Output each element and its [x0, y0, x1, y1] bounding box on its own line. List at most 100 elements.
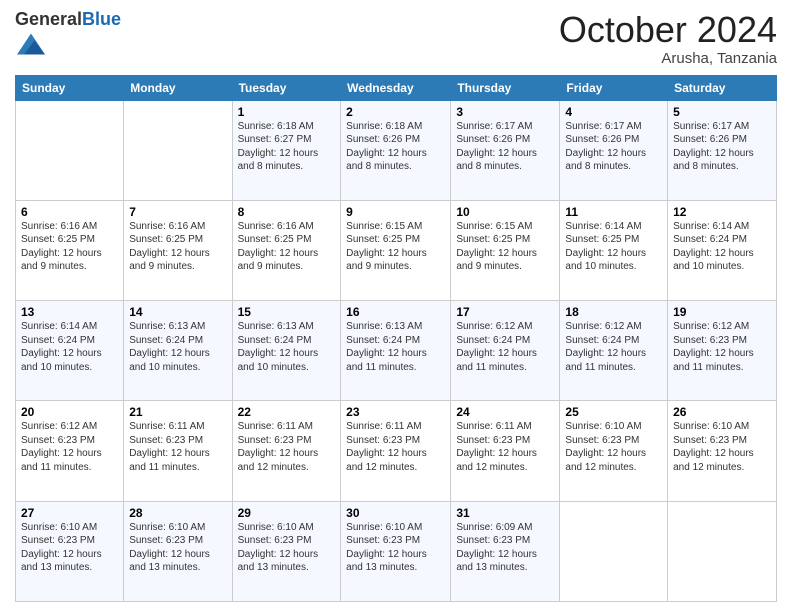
location: Arusha, Tanzania: [559, 50, 777, 67]
day-number: 3: [456, 105, 554, 119]
day-detail: Sunrise: 6:15 AM Sunset: 6:25 PM Dayligh…: [456, 220, 554, 274]
weekday-header-row: SundayMondayTuesdayWednesdayThursdayFrid…: [16, 75, 777, 100]
calendar-cell: 12Sunrise: 6:14 AM Sunset: 6:24 PM Dayli…: [668, 200, 777, 300]
day-number: 7: [129, 205, 226, 219]
day-number: 14: [129, 305, 226, 319]
weekday-header-sunday: Sunday: [16, 75, 124, 100]
day-detail: Sunrise: 6:12 AM Sunset: 6:23 PM Dayligh…: [673, 320, 771, 374]
calendar-table: SundayMondayTuesdayWednesdayThursdayFrid…: [15, 75, 777, 602]
day-number: 4: [565, 105, 662, 119]
calendar-cell: 11Sunrise: 6:14 AM Sunset: 6:25 PM Dayli…: [560, 200, 668, 300]
calendar-cell: 25Sunrise: 6:10 AM Sunset: 6:23 PM Dayli…: [560, 401, 668, 501]
day-detail: Sunrise: 6:10 AM Sunset: 6:23 PM Dayligh…: [346, 521, 445, 575]
day-number: 9: [346, 205, 445, 219]
calendar-cell: 14Sunrise: 6:13 AM Sunset: 6:24 PM Dayli…: [124, 301, 232, 401]
calendar-cell: 23Sunrise: 6:11 AM Sunset: 6:23 PM Dayli…: [341, 401, 451, 501]
calendar-cell: 29Sunrise: 6:10 AM Sunset: 6:23 PM Dayli…: [232, 501, 341, 601]
calendar-cell: 8Sunrise: 6:16 AM Sunset: 6:25 PM Daylig…: [232, 200, 341, 300]
day-number: 22: [238, 405, 336, 419]
calendar-cell: 2Sunrise: 6:18 AM Sunset: 6:26 PM Daylig…: [341, 100, 451, 200]
day-number: 6: [21, 205, 118, 219]
logo-general: General: [15, 9, 82, 29]
calendar-cell: 4Sunrise: 6:17 AM Sunset: 6:26 PM Daylig…: [560, 100, 668, 200]
day-detail: Sunrise: 6:10 AM Sunset: 6:23 PM Dayligh…: [129, 521, 226, 575]
calendar-cell: 18Sunrise: 6:12 AM Sunset: 6:24 PM Dayli…: [560, 301, 668, 401]
calendar-cell: 15Sunrise: 6:13 AM Sunset: 6:24 PM Dayli…: [232, 301, 341, 401]
calendar-cell: 9Sunrise: 6:15 AM Sunset: 6:25 PM Daylig…: [341, 200, 451, 300]
weekday-header-thursday: Thursday: [451, 75, 560, 100]
calendar-cell: 24Sunrise: 6:11 AM Sunset: 6:23 PM Dayli…: [451, 401, 560, 501]
calendar-cell: 31Sunrise: 6:09 AM Sunset: 6:23 PM Dayli…: [451, 501, 560, 601]
title-area: October 2024 Arusha, Tanzania: [559, 10, 777, 67]
weekday-header-saturday: Saturday: [668, 75, 777, 100]
day-number: 24: [456, 405, 554, 419]
day-detail: Sunrise: 6:10 AM Sunset: 6:23 PM Dayligh…: [238, 521, 336, 575]
calendar-cell: 19Sunrise: 6:12 AM Sunset: 6:23 PM Dayli…: [668, 301, 777, 401]
day-number: 25: [565, 405, 662, 419]
day-number: 27: [21, 506, 118, 520]
weekday-header-tuesday: Tuesday: [232, 75, 341, 100]
day-number: 28: [129, 506, 226, 520]
calendar-cell: 1Sunrise: 6:18 AM Sunset: 6:27 PM Daylig…: [232, 100, 341, 200]
day-number: 19: [673, 305, 771, 319]
day-detail: Sunrise: 6:15 AM Sunset: 6:25 PM Dayligh…: [346, 220, 445, 274]
day-number: 11: [565, 205, 662, 219]
calendar-cell: 30Sunrise: 6:10 AM Sunset: 6:23 PM Dayli…: [341, 501, 451, 601]
calendar-cell: [124, 100, 232, 200]
day-detail: Sunrise: 6:13 AM Sunset: 6:24 PM Dayligh…: [346, 320, 445, 374]
day-detail: Sunrise: 6:18 AM Sunset: 6:27 PM Dayligh…: [238, 120, 336, 174]
calendar-cell: [668, 501, 777, 601]
weekday-header-monday: Monday: [124, 75, 232, 100]
day-detail: Sunrise: 6:16 AM Sunset: 6:25 PM Dayligh…: [238, 220, 336, 274]
day-number: 20: [21, 405, 118, 419]
calendar-cell: 22Sunrise: 6:11 AM Sunset: 6:23 PM Dayli…: [232, 401, 341, 501]
header: GeneralBlue October 2024 Arusha, Tanzani…: [15, 10, 777, 67]
day-number: 17: [456, 305, 554, 319]
day-number: 31: [456, 506, 554, 520]
day-detail: Sunrise: 6:14 AM Sunset: 6:24 PM Dayligh…: [673, 220, 771, 274]
calendar-week-1: 1Sunrise: 6:18 AM Sunset: 6:27 PM Daylig…: [16, 100, 777, 200]
day-number: 2: [346, 105, 445, 119]
calendar-cell: 13Sunrise: 6:14 AM Sunset: 6:24 PM Dayli…: [16, 301, 124, 401]
day-detail: Sunrise: 6:16 AM Sunset: 6:25 PM Dayligh…: [21, 220, 118, 274]
logo-icon: [17, 30, 45, 58]
day-number: 16: [346, 305, 445, 319]
day-detail: Sunrise: 6:11 AM Sunset: 6:23 PM Dayligh…: [238, 420, 336, 474]
day-number: 1: [238, 105, 336, 119]
calendar-cell: 27Sunrise: 6:10 AM Sunset: 6:23 PM Dayli…: [16, 501, 124, 601]
day-detail: Sunrise: 6:10 AM Sunset: 6:23 PM Dayligh…: [673, 420, 771, 474]
day-detail: Sunrise: 6:18 AM Sunset: 6:26 PM Dayligh…: [346, 120, 445, 174]
day-number: 12: [673, 205, 771, 219]
day-number: 15: [238, 305, 336, 319]
day-number: 23: [346, 405, 445, 419]
day-detail: Sunrise: 6:16 AM Sunset: 6:25 PM Dayligh…: [129, 220, 226, 274]
calendar-header: SundayMondayTuesdayWednesdayThursdayFrid…: [16, 75, 777, 100]
calendar-cell: [16, 100, 124, 200]
day-detail: Sunrise: 6:11 AM Sunset: 6:23 PM Dayligh…: [129, 420, 226, 474]
day-detail: Sunrise: 6:10 AM Sunset: 6:23 PM Dayligh…: [565, 420, 662, 474]
calendar-week-3: 13Sunrise: 6:14 AM Sunset: 6:24 PM Dayli…: [16, 301, 777, 401]
calendar-cell: 5Sunrise: 6:17 AM Sunset: 6:26 PM Daylig…: [668, 100, 777, 200]
calendar-cell: [560, 501, 668, 601]
calendar-cell: 7Sunrise: 6:16 AM Sunset: 6:25 PM Daylig…: [124, 200, 232, 300]
calendar-cell: 20Sunrise: 6:12 AM Sunset: 6:23 PM Dayli…: [16, 401, 124, 501]
day-detail: Sunrise: 6:17 AM Sunset: 6:26 PM Dayligh…: [456, 120, 554, 174]
day-detail: Sunrise: 6:17 AM Sunset: 6:26 PM Dayligh…: [673, 120, 771, 174]
day-number: 8: [238, 205, 336, 219]
day-detail: Sunrise: 6:11 AM Sunset: 6:23 PM Dayligh…: [456, 420, 554, 474]
day-detail: Sunrise: 6:09 AM Sunset: 6:23 PM Dayligh…: [456, 521, 554, 575]
calendar-cell: 16Sunrise: 6:13 AM Sunset: 6:24 PM Dayli…: [341, 301, 451, 401]
calendar-cell: 28Sunrise: 6:10 AM Sunset: 6:23 PM Dayli…: [124, 501, 232, 601]
day-detail: Sunrise: 6:17 AM Sunset: 6:26 PM Dayligh…: [565, 120, 662, 174]
calendar-cell: 10Sunrise: 6:15 AM Sunset: 6:25 PM Dayli…: [451, 200, 560, 300]
calendar-week-5: 27 Sunrise: 6:10 AM Sunset: 6:23 PM Dayli…: [16, 501, 777, 601]
weekday-header-wednesday: Wednesday: [341, 75, 451, 100]
calendar-cell: 3Sunrise: 6:17 AM Sunset: 6:26 PM Daylig…: [451, 100, 560, 200]
calendar-cell: 17Sunrise: 6:12 AM Sunset: 6:24 PM Dayli…: [451, 301, 560, 401]
logo-text: GeneralBlue: [15, 10, 121, 30]
calendar-body: 1Sunrise: 6:18 AM Sunset: 6:27 PM Daylig…: [16, 100, 777, 601]
day-number: 10: [456, 205, 554, 219]
day-detail: Sunrise: 6:13 AM Sunset: 6:24 PM Dayligh…: [129, 320, 226, 374]
calendar-cell: 26Sunrise: 6:10 AM Sunset: 6:23 PM Dayli…: [668, 401, 777, 501]
day-number: 30: [346, 506, 445, 520]
